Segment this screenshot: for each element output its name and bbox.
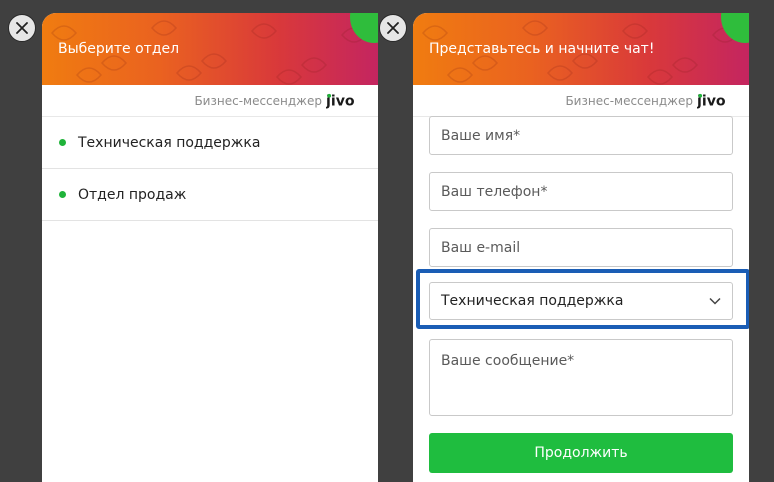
- email-placeholder: Ваш e-mail: [441, 239, 521, 256]
- brand-text: Бизнес-мессенджер: [194, 93, 322, 108]
- close-icon: [387, 22, 399, 34]
- email-field[interactable]: Ваш e-mail: [429, 228, 733, 267]
- department-panel: Выберите отдел Бизнес-мессенджер jivo Те…: [42, 13, 378, 482]
- brand-text: Бизнес-мессенджер: [565, 93, 693, 108]
- department-item-sales[interactable]: Отдел продаж: [42, 169, 378, 221]
- close-icon: [16, 22, 28, 34]
- panel-header: Выберите отдел: [42, 13, 378, 85]
- department-item-support[interactable]: Техническая поддержка: [42, 117, 378, 169]
- name-field[interactable]: Ваше имя*: [429, 116, 733, 155]
- panel-title: Представьтесь и начните чат!: [429, 41, 655, 57]
- online-dot-icon: [59, 139, 66, 146]
- phone-placeholder: Ваш телефон*: [441, 183, 548, 200]
- name-placeholder: Ваше имя*: [441, 127, 521, 144]
- panel-title: Выберите отдел: [58, 41, 180, 57]
- department-select[interactable]: Техническая поддержка: [429, 282, 733, 320]
- chevron-down-icon: [709, 297, 721, 305]
- panel-header: Представьтесь и начните чат!: [413, 13, 749, 85]
- department-select-value: Техническая поддержка: [441, 293, 624, 309]
- brand-row: Бизнес-мессенджер jivo: [42, 85, 378, 117]
- department-label: Техническая поддержка: [78, 134, 261, 151]
- continue-button[interactable]: Продолжить: [429, 433, 733, 473]
- jivo-logo[interactable]: jivo: [697, 93, 731, 108]
- phone-field[interactable]: Ваш телефон*: [429, 172, 733, 211]
- close-button-left[interactable]: [8, 14, 36, 42]
- message-placeholder: Ваше сообщение*: [441, 353, 575, 369]
- department-label: Отдел продаж: [78, 186, 187, 203]
- online-dot-icon: [59, 191, 66, 198]
- message-field[interactable]: Ваше сообщение*: [429, 339, 733, 416]
- brand-row: Бизнес-мессенджер jivo: [413, 85, 749, 117]
- pre-chat-form-panel: Представьтесь и начните чат! Бизнес-месс…: [413, 13, 749, 482]
- close-button-right[interactable]: [379, 14, 407, 42]
- jivo-logo[interactable]: jivo: [326, 93, 360, 108]
